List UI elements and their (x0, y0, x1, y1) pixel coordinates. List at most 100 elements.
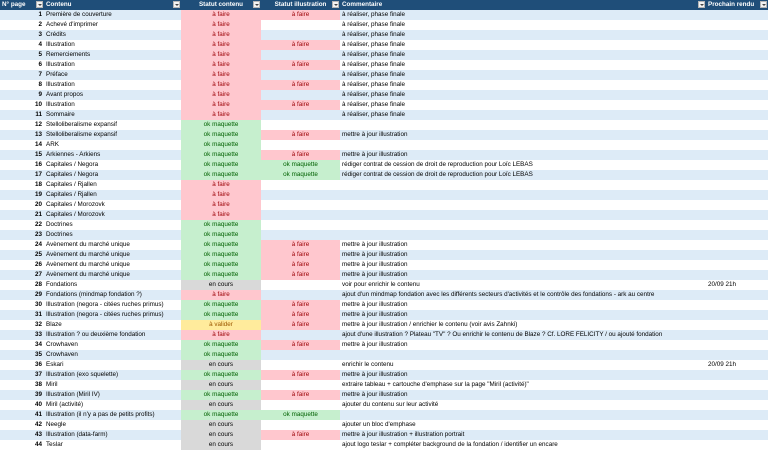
cell-commentaire[interactable]: mettre à jour illustration (340, 310, 706, 320)
cell-statut-illustration[interactable]: à faire (261, 300, 340, 310)
cell-statut-contenu[interactable]: ok maquette (181, 170, 261, 180)
cell-commentaire[interactable] (340, 120, 706, 130)
cell-page-number[interactable]: 39 (0, 390, 44, 400)
cell-statut-contenu[interactable]: ok maquette (181, 130, 261, 140)
cell-page-number[interactable]: 5 (0, 50, 44, 60)
cell-contenu[interactable]: Crowhaven (44, 340, 181, 350)
cell-commentaire[interactable]: à réaliser, phase finale (340, 40, 706, 50)
cell-statut-contenu[interactable]: à faire (181, 50, 261, 60)
cell-prochain-rendu[interactable] (706, 140, 768, 150)
cell-statut-contenu[interactable]: à faire (181, 70, 261, 80)
cell-commentaire[interactable]: voir pour enrichir le contenu (340, 280, 706, 290)
cell-commentaire[interactable] (340, 140, 706, 150)
cell-prochain-rendu[interactable] (706, 70, 768, 80)
cell-page-number[interactable]: 24 (0, 240, 44, 250)
cell-page-number[interactable]: 42 (0, 420, 44, 430)
cell-prochain-rendu[interactable] (706, 270, 768, 280)
cell-commentaire[interactable]: rédiger contrat de cession de droit de r… (340, 170, 706, 180)
cell-statut-contenu[interactable]: ok maquette (181, 370, 261, 380)
cell-commentaire[interactable]: à réaliser, phase finale (340, 30, 706, 40)
cell-prochain-rendu[interactable] (706, 400, 768, 410)
cell-commentaire[interactable] (340, 350, 706, 360)
cell-commentaire[interactable]: à réaliser, phase finale (340, 80, 706, 90)
cell-contenu[interactable]: Remerciements (44, 50, 181, 60)
cell-contenu[interactable]: Miril (44, 380, 181, 390)
cell-statut-contenu[interactable]: ok maquette (181, 230, 261, 240)
cell-contenu[interactable]: Capitales / Rjallen (44, 180, 181, 190)
cell-prochain-rendu[interactable] (706, 180, 768, 190)
cell-prochain-rendu[interactable] (706, 60, 768, 70)
cell-page-number[interactable]: 25 (0, 250, 44, 260)
cell-contenu[interactable]: Blaze (44, 320, 181, 330)
cell-statut-contenu[interactable]: en cours (181, 380, 261, 390)
cell-statut-contenu[interactable]: à faire (181, 330, 261, 340)
cell-statut-contenu[interactable]: en cours (181, 360, 261, 370)
cell-statut-illustration[interactable] (261, 210, 340, 220)
cell-commentaire[interactable]: mettre à jour illustration (340, 250, 706, 260)
cell-page-number[interactable]: 28 (0, 280, 44, 290)
cell-statut-contenu[interactable]: à faire (181, 180, 261, 190)
cell-statut-illustration[interactable]: à faire (261, 60, 340, 70)
cell-commentaire[interactable]: mettre à jour illustration (340, 150, 706, 160)
cell-statut-contenu[interactable]: ok maquette (181, 350, 261, 360)
cell-contenu[interactable]: Arkiennes - Arkiens (44, 150, 181, 160)
cell-contenu[interactable]: Illustration (44, 60, 181, 70)
cell-statut-illustration[interactable] (261, 140, 340, 150)
cell-page-number[interactable]: 7 (0, 70, 44, 80)
cell-contenu[interactable]: Teslar (44, 440, 181, 450)
cell-page-number[interactable]: 20 (0, 200, 44, 210)
cell-statut-contenu[interactable]: à faire (181, 40, 261, 50)
cell-commentaire[interactable]: enrichir le contenu (340, 360, 706, 370)
cell-statut-contenu[interactable]: ok maquette (181, 410, 261, 420)
cell-commentaire[interactable]: mettre à jour illustration (340, 260, 706, 270)
cell-statut-contenu[interactable]: en cours (181, 420, 261, 430)
cell-statut-contenu[interactable]: à faire (181, 210, 261, 220)
cell-statut-contenu[interactable]: ok maquette (181, 300, 261, 310)
cell-contenu[interactable]: Préface (44, 70, 181, 80)
cell-statut-contenu[interactable]: à faire (181, 100, 261, 110)
cell-page-number[interactable]: 2 (0, 20, 44, 30)
cell-statut-illustration[interactable] (261, 30, 340, 40)
cell-page-number[interactable]: 13 (0, 130, 44, 140)
cell-prochain-rendu[interactable] (706, 250, 768, 260)
cell-prochain-rendu[interactable] (706, 310, 768, 320)
cell-statut-contenu[interactable]: ok maquette (181, 220, 261, 230)
cell-contenu[interactable]: Illustration (negora - citées ruches pri… (44, 310, 181, 320)
header-commentaire[interactable]: Commentaire (340, 0, 706, 10)
cell-contenu[interactable]: ARK (44, 140, 181, 150)
filter-dropdown-icon[interactable] (253, 1, 260, 8)
cell-commentaire[interactable] (340, 220, 706, 230)
cell-contenu[interactable]: Stelloliberalisme expansif (44, 120, 181, 130)
header-prochain-rendu[interactable]: Prochain rendu (706, 0, 768, 10)
cell-statut-contenu[interactable]: ok maquette (181, 390, 261, 400)
cell-prochain-rendu[interactable] (706, 120, 768, 130)
cell-statut-illustration[interactable] (261, 440, 340, 450)
cell-prochain-rendu[interactable] (706, 210, 768, 220)
cell-statut-illustration[interactable]: à faire (261, 340, 340, 350)
cell-contenu[interactable]: Fondations (44, 280, 181, 290)
cell-statut-contenu[interactable]: en cours (181, 430, 261, 440)
cell-page-number[interactable]: 21 (0, 210, 44, 220)
cell-prochain-rendu[interactable] (706, 90, 768, 100)
cell-page-number[interactable]: 11 (0, 110, 44, 120)
cell-statut-contenu[interactable]: ok maquette (181, 240, 261, 250)
cell-statut-illustration[interactable] (261, 180, 340, 190)
cell-contenu[interactable]: Avènement du marché unique (44, 250, 181, 260)
cell-statut-illustration[interactable] (261, 220, 340, 230)
cell-page-number[interactable]: 44 (0, 440, 44, 450)
cell-prochain-rendu[interactable] (706, 420, 768, 430)
cell-statut-contenu[interactable]: ok maquette (181, 150, 261, 160)
cell-contenu[interactable]: Crédits (44, 30, 181, 40)
cell-commentaire[interactable]: à réaliser, phase finale (340, 70, 706, 80)
cell-contenu[interactable]: Capitales / Morozovk (44, 210, 181, 220)
cell-page-number[interactable]: 35 (0, 350, 44, 360)
cell-contenu[interactable]: Illustration (44, 40, 181, 50)
cell-contenu[interactable]: Première de couverture (44, 10, 181, 20)
cell-prochain-rendu[interactable] (706, 220, 768, 230)
cell-prochain-rendu[interactable]: 20/09 21h (706, 280, 768, 290)
cell-commentaire[interactable]: extraire tableau + cartouche d'emphase s… (340, 380, 706, 390)
cell-statut-illustration[interactable] (261, 420, 340, 430)
cell-page-number[interactable]: 41 (0, 410, 44, 420)
cell-contenu[interactable]: Doctrines (44, 220, 181, 230)
cell-page-number[interactable]: 16 (0, 160, 44, 170)
